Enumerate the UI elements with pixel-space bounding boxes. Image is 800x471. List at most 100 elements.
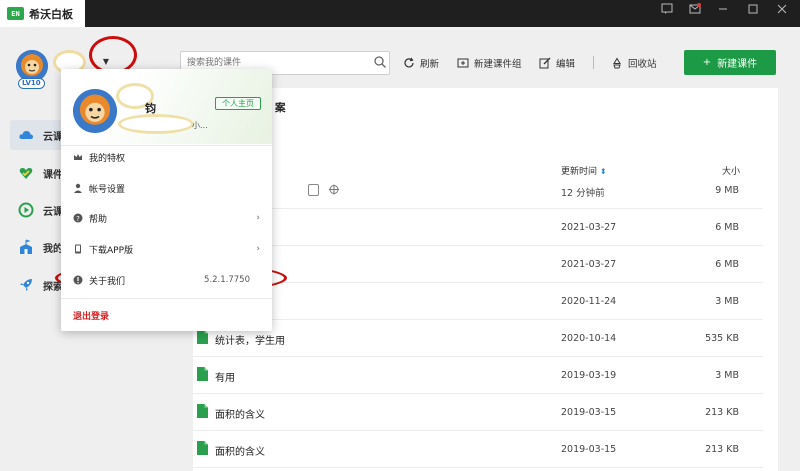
row-date: 2019-03-19: [561, 370, 617, 381]
refresh-label: 刷新: [420, 59, 440, 70]
row-name: 面积的含义: [215, 410, 265, 421]
title-bar: EN 希沃白板: [0, 0, 800, 27]
heart-icon: [19, 168, 33, 179]
toolbar-divider: [593, 56, 594, 69]
level-badge: LV10: [18, 78, 45, 89]
sidebar-item-cloud[interactable]: 云课: [10, 120, 65, 150]
app-title: 希沃白板: [29, 7, 73, 21]
sidebar-item-label: 云课: [43, 206, 63, 218]
row-date: 2020-10-14: [561, 333, 617, 344]
refresh-button[interactable]: 刷新: [403, 55, 439, 71]
row-date: 2019-03-15: [561, 407, 617, 418]
row-date: 2021-03-27: [561, 259, 617, 270]
new-courseware-button[interactable]: + 新建课件: [684, 50, 776, 75]
row-date: 2021-03-27: [561, 222, 617, 233]
feedback-icon[interactable]: [660, 3, 674, 17]
chevron-right-icon: ›: [256, 213, 260, 223]
menu-divider: [61, 298, 272, 299]
row-date: 2019-03-15: [561, 444, 617, 455]
svg-text:?: ?: [76, 215, 80, 223]
phone-icon: [75, 244, 81, 254]
menu-item-account[interactable]: 帐号设置: [73, 180, 262, 196]
table-row[interactable]: 面积的含义 2019-03-15 213 KB: [193, 431, 763, 468]
refresh-icon: [404, 57, 414, 68]
user-icon: [74, 183, 82, 193]
app-logo: EN: [7, 7, 24, 20]
menu-item-about[interactable]: 关于我们 5.2.1.7750: [73, 272, 262, 288]
menu-item-label: 我的特权: [89, 153, 126, 164]
help-icon: ?: [73, 213, 83, 223]
chevron-right-icon: ›: [256, 244, 260, 254]
sidebar-item-label: 云课: [43, 131, 63, 143]
minimize-icon[interactable]: [716, 3, 730, 17]
menu-item-privilege[interactable]: 我的特权: [73, 149, 262, 165]
menu-divider: [61, 145, 272, 146]
play-circle-icon: [18, 202, 34, 218]
share-icon[interactable]: [328, 183, 340, 196]
menu-user-sub: 小...: [192, 121, 208, 130]
menu-item-label: 帐号设置: [89, 184, 126, 195]
file-icon: [197, 404, 208, 418]
menu-avatar[interactable]: [73, 89, 117, 133]
sidebar-item-label: 课件: [43, 169, 63, 181]
recycle-icon: [613, 57, 621, 69]
version-text: 5.2.1.7750: [204, 275, 250, 285]
row-name: 面积的含义: [215, 447, 265, 458]
table-row[interactable]: 年 统计表2021-03-276 MB: [193, 209, 763, 246]
sidebar-item-mine[interactable]: 我的: [10, 232, 65, 262]
sidebar-item-cloud-class[interactable]: 云课: [10, 195, 65, 225]
edit-icon: [539, 57, 551, 69]
table-row[interactable]: 统计表，学生用 2020-10-14 535 KB: [193, 320, 763, 357]
menu-item-label: 关于我们: [89, 276, 126, 287]
sidebar-item-courseware[interactable]: 课件: [10, 158, 65, 188]
close-icon[interactable]: [775, 3, 789, 17]
edit-button[interactable]: 编辑: [539, 55, 575, 71]
row-size: 3 MB: [715, 296, 739, 307]
user-menu: 钧 小... 个人主页 我的特权 帐号设置 ? 帮助 › 下载APP版 › 关于…: [61, 69, 272, 331]
mail-icon[interactable]: [688, 3, 702, 17]
page-title: 案: [275, 102, 286, 114]
cloud-icon: [19, 131, 33, 139]
row-size: 213 KB: [705, 407, 739, 418]
table-row[interactable]: 2020-11-24 3 MB: [193, 283, 763, 320]
logout-label: 退出登录: [73, 311, 110, 322]
redacted-sub: [118, 114, 194, 134]
info-icon: [73, 275, 83, 285]
crown-icon: [74, 154, 82, 160]
menu-item-label: 下载APP版: [89, 245, 134, 256]
row-size: 6 MB: [715, 222, 739, 233]
new-group-label: 新建课件组: [474, 59, 522, 70]
school-icon: [20, 239, 32, 254]
table-row[interactable]: 面积的含义 2019-03-15 213 KB: [193, 394, 763, 431]
menu-item-label: 帮助: [89, 214, 108, 225]
row-size: 3 MB: [715, 370, 739, 381]
search-icon[interactable]: [373, 55, 387, 69]
row-size: 9 MB: [715, 185, 739, 196]
row-date: 2020-11-24: [561, 296, 617, 307]
menu-item-download[interactable]: 下载APP版 ›: [73, 241, 262, 257]
row-size: 213 KB: [705, 444, 739, 455]
maximize-icon[interactable]: [746, 3, 760, 17]
file-icon: [197, 330, 208, 344]
homepage-button[interactable]: 个人主页: [215, 97, 261, 110]
recycle-bin-button[interactable]: 回收站: [611, 55, 657, 71]
app-tab[interactable]: EN 希沃白板: [0, 0, 85, 27]
rocket-icon: [20, 279, 32, 291]
copy-icon[interactable]: [308, 184, 319, 196]
menu-item-help[interactable]: ? 帮助 ›: [73, 210, 262, 226]
row-name: 有用: [215, 373, 235, 384]
file-icon: [197, 367, 208, 381]
new-group-button[interactable]: 新建课件组: [457, 55, 522, 71]
plus-icon: +: [702, 57, 712, 68]
table-row[interactable]: 有用 2019-03-19 3 MB: [193, 357, 763, 394]
edit-label: 编辑: [556, 59, 576, 70]
row-size: 535 KB: [705, 333, 739, 344]
table-row[interactable]: 资源包12 分钟前9 MB: [193, 172, 763, 209]
row-name: 统计表，学生用: [215, 336, 285, 347]
folder-plus-icon: [457, 58, 469, 68]
logout-item[interactable]: 退出登录: [73, 307, 262, 323]
row-size: 6 MB: [715, 259, 739, 270]
row-date: 12 分钟前: [561, 188, 605, 199]
new-courseware-label: 新建课件: [717, 59, 758, 70]
sidebar-item-label: 我的: [43, 243, 63, 255]
